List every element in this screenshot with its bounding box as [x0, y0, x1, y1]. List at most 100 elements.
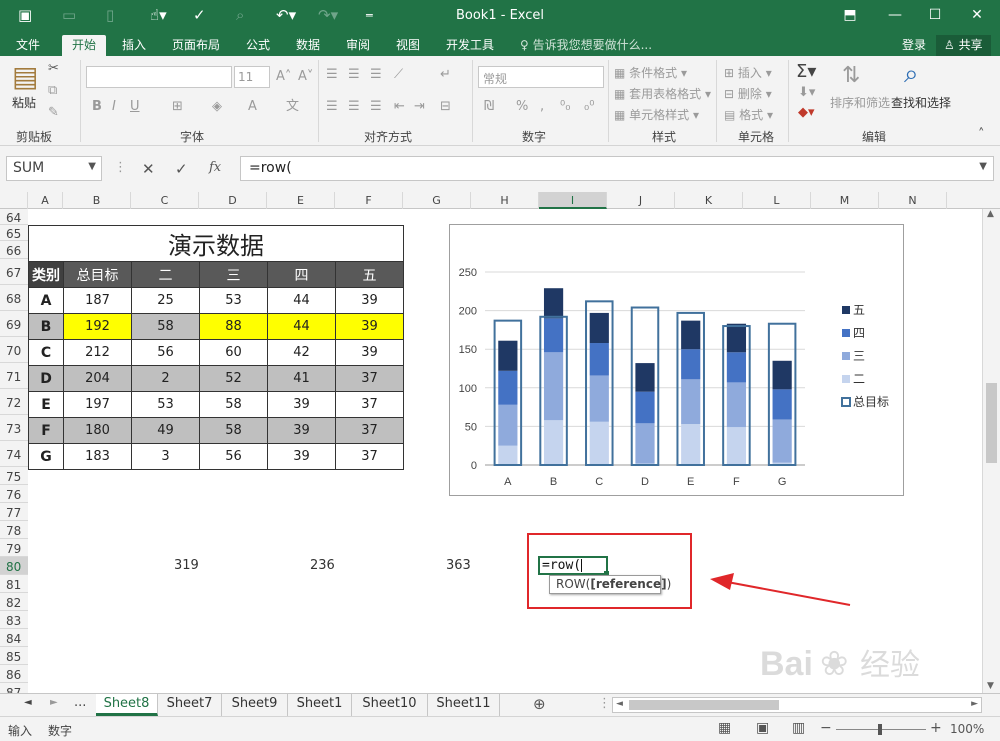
row-header-83[interactable]: 83 [0, 611, 28, 629]
column-header-j[interactable]: J [607, 192, 675, 209]
column-header-c[interactable]: C [131, 192, 199, 209]
tab-developer[interactable]: 开发工具 [442, 35, 498, 56]
zoom-out-icon[interactable]: − [820, 720, 832, 736]
category-cell[interactable]: D [28, 365, 64, 392]
value-cell[interactable]: 52 [199, 365, 268, 392]
align-middle-icon[interactable]: ☰ [348, 68, 360, 82]
name-box[interactable]: SUM ▼ [6, 156, 102, 181]
value-cell[interactable]: 39 [267, 391, 336, 418]
sheet-tab-sheet10[interactable]: Sheet10 [352, 694, 428, 716]
next-sheet-icon[interactable]: ► [50, 697, 58, 708]
value-cell[interactable]: 37 [335, 391, 404, 418]
fill-color-icon[interactable]: ◈ [212, 100, 222, 114]
enter-icon[interactable]: ✓ [175, 160, 188, 178]
table-header-cell[interactable]: 四 [267, 261, 336, 288]
tab-insert[interactable]: 插入 [118, 35, 150, 56]
find-select-button[interactable]: 查找和选择 [891, 94, 951, 111]
decrease-decimal-icon[interactable]: ₀⁰ [584, 100, 594, 114]
align-center-icon[interactable]: ☰ [348, 100, 360, 114]
row-header-85[interactable]: 85 [0, 647, 28, 665]
autosum-icon[interactable]: Σ▾ [796, 62, 816, 82]
value-cell[interactable]: 39 [335, 339, 404, 366]
row-header-70[interactable]: 70 [0, 337, 28, 363]
insert-cells-button[interactable]: ⊞ 插入 ▾ [724, 64, 772, 81]
sort-filter-button[interactable]: 排序和筛选 [830, 94, 890, 111]
decrease-font-icon[interactable]: A˅ [298, 70, 313, 84]
tab-formulas[interactable]: 公式 [242, 35, 274, 56]
tab-file[interactable]: 文件 [12, 35, 44, 56]
zoom-in-icon[interactable]: + [930, 720, 942, 736]
normal-view-icon[interactable]: ▦ [718, 720, 731, 736]
maximize-button[interactable]: ☐ [923, 4, 947, 26]
value-cell[interactable]: 37 [335, 417, 404, 444]
indent-decrease-icon[interactable]: ⇤ [394, 100, 405, 114]
hscroll-thumb[interactable] [629, 700, 779, 710]
row-header-68[interactable]: 68 [0, 285, 28, 311]
sheet-tab-sheet7[interactable]: Sheet7 [158, 694, 222, 716]
wrap-text-icon[interactable]: ↵ [440, 68, 451, 82]
scroll-down-icon[interactable]: ▼ [987, 681, 994, 691]
page-break-view-icon[interactable]: ▥ [792, 720, 805, 736]
stacked-bar-chart[interactable]: 0 50 100 150 200 250 A B C D E F G 五四三二总目标 [449, 224, 904, 496]
cell-e80[interactable]: 236 [310, 558, 335, 573]
value-cell[interactable]: 44 [267, 313, 336, 340]
column-header-i[interactable]: I [539, 192, 607, 209]
row-header-66[interactable]: 66 [0, 241, 28, 259]
value-cell[interactable]: 88 [199, 313, 268, 340]
cut-icon[interactable]: ✂ [48, 62, 59, 76]
column-header-e[interactable]: E [267, 192, 335, 209]
category-cell[interactable]: F [28, 417, 64, 444]
value-cell[interactable]: 37 [335, 365, 404, 392]
clear-icon[interactable]: ◆▾ [798, 106, 815, 120]
horizontal-scrollbar[interactable]: ◄ ► [612, 697, 982, 713]
value-cell[interactable]: 49 [131, 417, 200, 444]
category-cell[interactable]: E [28, 391, 64, 418]
column-header-g[interactable]: G [403, 192, 471, 209]
table-header-cell[interactable]: 三 [199, 261, 268, 288]
row-header-86[interactable]: 86 [0, 665, 28, 683]
find-select-icon[interactable]: ⌕ [904, 60, 919, 88]
font-name-box[interactable] [86, 66, 232, 88]
value-cell[interactable]: 183 [63, 443, 132, 470]
row-header-84[interactable]: 84 [0, 629, 28, 647]
tab-data[interactable]: 数据 [292, 35, 324, 56]
close-button[interactable]: ✕ [965, 4, 989, 26]
tooltip-arg[interactable]: [reference] [590, 577, 666, 591]
value-cell[interactable]: 39 [267, 417, 336, 444]
name-box-dropdown-icon[interactable]: ▼ [88, 161, 96, 172]
align-left-icon[interactable]: ☰ [326, 100, 338, 114]
phonetic-icon[interactable]: 文 [286, 100, 299, 114]
row-header-80[interactable]: 80 [0, 557, 28, 575]
share-button[interactable]: ♙ 共享 [936, 35, 991, 56]
collapse-ribbon-icon[interactable]: ˄ [978, 128, 985, 142]
insert-function-icon[interactable]: fx [209, 160, 221, 175]
align-right-icon[interactable]: ☰ [370, 100, 382, 114]
copy-icon[interactable]: ⧉ [48, 84, 57, 98]
number-format-box[interactable]: 常规 [478, 66, 604, 88]
comma-icon[interactable]: , [540, 100, 544, 114]
value-cell[interactable]: 58 [131, 313, 200, 340]
cell-c80[interactable]: 319 [174, 558, 199, 573]
formula-input[interactable]: =row(▼ [240, 156, 994, 181]
scroll-thumb[interactable] [986, 383, 997, 463]
row-header-81[interactable]: 81 [0, 575, 28, 593]
zoom-slider-thumb[interactable] [878, 724, 882, 735]
indent-increase-icon[interactable]: ⇥ [414, 100, 425, 114]
row-header-79[interactable]: 79 [0, 539, 28, 557]
scroll-up-icon[interactable]: ▲ [987, 209, 994, 219]
align-bottom-icon[interactable]: ☰ [370, 68, 382, 82]
value-cell[interactable]: 53 [199, 287, 268, 314]
page-layout-view-icon[interactable]: ▣ [756, 720, 769, 736]
category-cell[interactable]: G [28, 443, 64, 470]
zoom-level[interactable]: 100% [950, 722, 984, 736]
value-cell[interactable]: 197 [63, 391, 132, 418]
value-cell[interactable]: 56 [199, 443, 268, 470]
italic-icon[interactable]: I [112, 100, 116, 114]
row-header-78[interactable]: 78 [0, 521, 28, 539]
value-cell[interactable]: 192 [63, 313, 132, 340]
value-cell[interactable]: 41 [267, 365, 336, 392]
delete-cells-button[interactable]: ⊟ 删除 ▾ [724, 85, 772, 102]
value-cell[interactable]: 2 [131, 365, 200, 392]
row-header-73[interactable]: 73 [0, 415, 28, 441]
value-cell[interactable]: 53 [131, 391, 200, 418]
